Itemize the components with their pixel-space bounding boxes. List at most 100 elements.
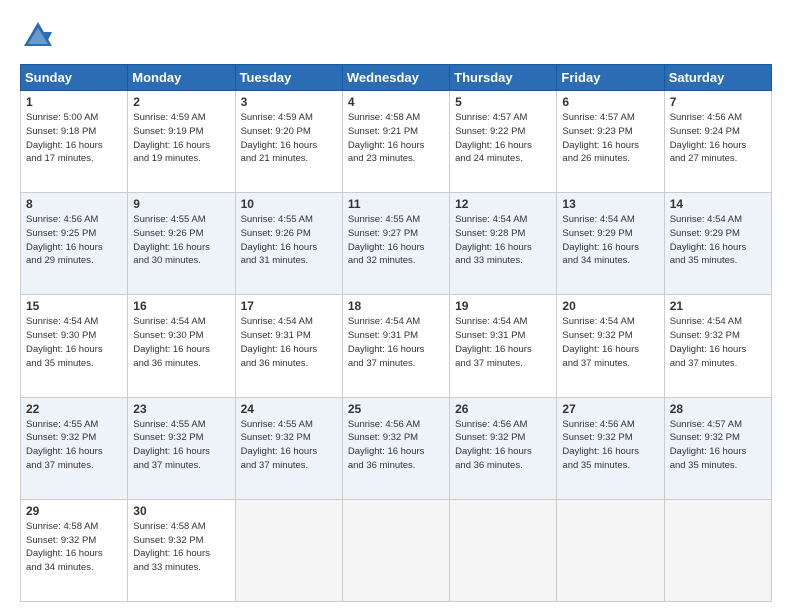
day-info: Sunrise: 4:59 AM Sunset: 9:19 PM Dayligh… xyxy=(133,111,229,166)
week-row-2: 15Sunrise: 4:54 AM Sunset: 9:30 PM Dayli… xyxy=(21,295,772,397)
day-cell: 26 Sunrise: 4:56 AM Sunset: 9:32 PM Dayli… xyxy=(450,397,557,499)
day-info: Sunrise: 4:57 AM Sunset: 9:23 PM Dayligh… xyxy=(562,111,658,166)
day-info: Sunrise: 4:54 AM Sunset: 9:31 PM Dayligh… xyxy=(348,315,444,370)
col-header-tuesday: Tuesday xyxy=(235,65,342,91)
day-number: 9 xyxy=(133,197,229,211)
day-cell: 13 Sunrise: 4:54 AM Sunset: 9:29 PM Dayli… xyxy=(557,193,664,295)
day-info: Sunrise: 4:56 AM Sunset: 9:24 PM Dayligh… xyxy=(670,111,766,166)
page: SundayMondayTuesdayWednesdayThursdayFrid… xyxy=(0,0,792,612)
day-number: 13 xyxy=(562,197,658,211)
day-number: 26 xyxy=(455,402,551,416)
day-cell: 23 Sunrise: 4:55 AM Sunset: 9:32 PM Dayli… xyxy=(128,397,235,499)
day-cell: 7Sunrise: 4:56 AM Sunset: 9:24 PM Daylig… xyxy=(664,91,771,193)
day-number: 21 xyxy=(670,299,766,313)
day-info: Sunrise: 4:55 AM Sunset: 9:27 PM Dayligh… xyxy=(348,213,444,268)
day-number: 27 xyxy=(562,402,658,416)
day-number: 5 xyxy=(455,95,551,109)
day-cell: 1Sunrise: 5:00 AM Sunset: 9:18 PM Daylig… xyxy=(21,91,128,193)
day-cell: 4 Sunrise: 4:58 AM Sunset: 9:21 PM Daylig… xyxy=(342,91,449,193)
header xyxy=(20,18,772,54)
day-cell: 2 Sunrise: 4:59 AM Sunset: 9:19 PM Daylig… xyxy=(128,91,235,193)
day-info: Sunrise: 4:57 AM Sunset: 9:32 PM Dayligh… xyxy=(670,418,766,473)
day-info: Sunrise: 4:56 AM Sunset: 9:25 PM Dayligh… xyxy=(26,213,122,268)
day-number: 28 xyxy=(670,402,766,416)
col-header-friday: Friday xyxy=(557,65,664,91)
day-cell: 11 Sunrise: 4:55 AM Sunset: 9:27 PM Dayli… xyxy=(342,193,449,295)
day-cell: 24Sunrise: 4:55 AM Sunset: 9:32 PM Dayli… xyxy=(235,397,342,499)
day-cell: 15Sunrise: 4:54 AM Sunset: 9:30 PM Dayli… xyxy=(21,295,128,397)
day-info: Sunrise: 4:58 AM Sunset: 9:32 PM Dayligh… xyxy=(133,520,229,575)
logo xyxy=(20,18,62,54)
day-number: 16 xyxy=(133,299,229,313)
day-info: Sunrise: 4:56 AM Sunset: 9:32 PM Dayligh… xyxy=(455,418,551,473)
day-cell: 22 Sunrise: 4:55 AM Sunset: 9:32 PM Dayli… xyxy=(21,397,128,499)
day-info: Sunrise: 4:56 AM Sunset: 9:32 PM Dayligh… xyxy=(348,418,444,473)
day-number: 8 xyxy=(26,197,122,211)
day-cell: 20 Sunrise: 4:54 AM Sunset: 9:32 PM Dayli… xyxy=(557,295,664,397)
day-number: 23 xyxy=(133,402,229,416)
logo-icon xyxy=(20,18,56,54)
day-number: 18 xyxy=(348,299,444,313)
col-header-sunday: Sunday xyxy=(21,65,128,91)
day-info: Sunrise: 4:56 AM Sunset: 9:32 PM Dayligh… xyxy=(562,418,658,473)
day-number: 4 xyxy=(348,95,444,109)
day-cell xyxy=(342,499,449,601)
day-cell: 12 Sunrise: 4:54 AM Sunset: 9:28 PM Dayli… xyxy=(450,193,557,295)
day-number: 25 xyxy=(348,402,444,416)
day-cell xyxy=(557,499,664,601)
day-info: Sunrise: 4:54 AM Sunset: 9:32 PM Dayligh… xyxy=(562,315,658,370)
col-header-monday: Monday xyxy=(128,65,235,91)
day-number: 3 xyxy=(241,95,337,109)
day-info: Sunrise: 4:55 AM Sunset: 9:32 PM Dayligh… xyxy=(133,418,229,473)
day-info: Sunrise: 4:54 AM Sunset: 9:28 PM Dayligh… xyxy=(455,213,551,268)
day-cell: 30Sunrise: 4:58 AM Sunset: 9:32 PM Dayli… xyxy=(128,499,235,601)
day-cell: 27 Sunrise: 4:56 AM Sunset: 9:32 PM Dayli… xyxy=(557,397,664,499)
day-number: 15 xyxy=(26,299,122,313)
day-number: 6 xyxy=(562,95,658,109)
day-cell: 17 Sunrise: 4:54 AM Sunset: 9:31 PM Dayli… xyxy=(235,295,342,397)
col-header-saturday: Saturday xyxy=(664,65,771,91)
day-number: 12 xyxy=(455,197,551,211)
day-info: Sunrise: 4:58 AM Sunset: 9:21 PM Dayligh… xyxy=(348,111,444,166)
day-number: 29 xyxy=(26,504,122,518)
day-cell: 29 Sunrise: 4:58 AM Sunset: 9:32 PM Dayli… xyxy=(21,499,128,601)
day-info: Sunrise: 4:54 AM Sunset: 9:29 PM Dayligh… xyxy=(670,213,766,268)
day-info: Sunrise: 4:58 AM Sunset: 9:32 PM Dayligh… xyxy=(26,520,122,575)
day-info: Sunrise: 4:55 AM Sunset: 9:26 PM Dayligh… xyxy=(241,213,337,268)
week-row-3: 22 Sunrise: 4:55 AM Sunset: 9:32 PM Dayli… xyxy=(21,397,772,499)
day-cell: 9 Sunrise: 4:55 AM Sunset: 9:26 PM Daylig… xyxy=(128,193,235,295)
day-number: 14 xyxy=(670,197,766,211)
day-info: Sunrise: 4:54 AM Sunset: 9:31 PM Dayligh… xyxy=(455,315,551,370)
day-cell: 16Sunrise: 4:54 AM Sunset: 9:30 PM Dayli… xyxy=(128,295,235,397)
day-cell: 25 Sunrise: 4:56 AM Sunset: 9:32 PM Dayli… xyxy=(342,397,449,499)
day-info: Sunrise: 4:55 AM Sunset: 9:32 PM Dayligh… xyxy=(26,418,122,473)
day-info: Sunrise: 4:54 AM Sunset: 9:29 PM Dayligh… xyxy=(562,213,658,268)
week-row-4: 29 Sunrise: 4:58 AM Sunset: 9:32 PM Dayli… xyxy=(21,499,772,601)
day-number: 11 xyxy=(348,197,444,211)
day-cell: 5 Sunrise: 4:57 AM Sunset: 9:22 PM Daylig… xyxy=(450,91,557,193)
day-cell: 14 Sunrise: 4:54 AM Sunset: 9:29 PM Dayli… xyxy=(664,193,771,295)
day-info: Sunrise: 4:59 AM Sunset: 9:20 PM Dayligh… xyxy=(241,111,337,166)
day-cell: 10 Sunrise: 4:55 AM Sunset: 9:26 PM Dayli… xyxy=(235,193,342,295)
day-cell: 18 Sunrise: 4:54 AM Sunset: 9:31 PM Dayli… xyxy=(342,295,449,397)
day-cell: 8 Sunrise: 4:56 AM Sunset: 9:25 PM Daylig… xyxy=(21,193,128,295)
day-number: 1 xyxy=(26,95,122,109)
day-number: 10 xyxy=(241,197,337,211)
day-info: Sunrise: 4:54 AM Sunset: 9:31 PM Dayligh… xyxy=(241,315,337,370)
day-cell: 3 Sunrise: 4:59 AM Sunset: 9:20 PM Daylig… xyxy=(235,91,342,193)
day-number: 19 xyxy=(455,299,551,313)
day-number: 2 xyxy=(133,95,229,109)
col-header-wednesday: Wednesday xyxy=(342,65,449,91)
day-number: 22 xyxy=(26,402,122,416)
day-cell: 28 Sunrise: 4:57 AM Sunset: 9:32 PM Dayli… xyxy=(664,397,771,499)
day-number: 17 xyxy=(241,299,337,313)
day-number: 24 xyxy=(241,402,337,416)
col-header-thursday: Thursday xyxy=(450,65,557,91)
day-info: Sunrise: 4:54 AM Sunset: 9:32 PM Dayligh… xyxy=(670,315,766,370)
day-info: Sunrise: 4:57 AM Sunset: 9:22 PM Dayligh… xyxy=(455,111,551,166)
day-number: 20 xyxy=(562,299,658,313)
week-row-1: 8 Sunrise: 4:56 AM Sunset: 9:25 PM Daylig… xyxy=(21,193,772,295)
day-cell: 6 Sunrise: 4:57 AM Sunset: 9:23 PM Daylig… xyxy=(557,91,664,193)
day-info: Sunrise: 4:55 AM Sunset: 9:26 PM Dayligh… xyxy=(133,213,229,268)
day-cell xyxy=(235,499,342,601)
